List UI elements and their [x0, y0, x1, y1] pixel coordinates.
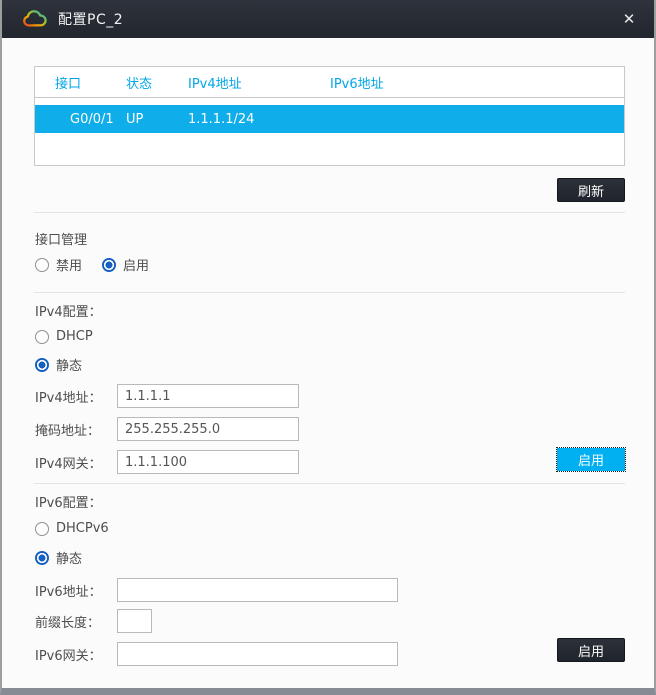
- config-dialog: 配置PC_2 ✕ 接口 状态 IPv4地址 IPv6地址 G0/0/1 UP 1…: [0, 0, 656, 695]
- ensp-cloud-icon: [23, 10, 47, 27]
- radio-ipv4-static[interactable]: 静态: [35, 355, 82, 374]
- table-header-row: 接口 状态 IPv4地址 IPv6地址: [35, 67, 624, 98]
- ipv4-gateway-input[interactable]: [117, 450, 299, 474]
- refresh-button[interactable]: 刷新: [557, 178, 625, 202]
- mask-address-input[interactable]: [117, 417, 299, 441]
- radio-ipv6-static[interactable]: 静态: [35, 548, 82, 567]
- radio-ipv6-dhcp[interactable]: DHCPv6: [35, 521, 109, 536]
- ipv6-address-input[interactable]: [117, 578, 398, 602]
- radio-dhcpv6-label: DHCPv6: [56, 521, 109, 536]
- ipv6-address-field: IPv6地址：: [35, 578, 398, 602]
- ipv4-section-label: IPv4配置：: [35, 305, 102, 320]
- radio-ipv4-dhcp[interactable]: DHCP: [35, 329, 93, 344]
- ipv6-address-label: IPv6地址：: [35, 584, 102, 600]
- table-header-ipv6[interactable]: IPv6地址: [330, 73, 624, 92]
- table-header-ipv4[interactable]: IPv4地址: [188, 73, 330, 92]
- radio-enable[interactable]: 启用: [102, 255, 149, 274]
- radio-disable-label: 禁用: [56, 259, 83, 274]
- table-header-interface[interactable]: 接口: [55, 73, 126, 92]
- divider: [34, 292, 625, 293]
- radio-on-icon: [35, 357, 49, 372]
- interface-mgmt-label: 接口管理: [35, 233, 88, 248]
- ipv4-address-label: IPv4地址：: [35, 390, 102, 406]
- radio-enable-label: 启用: [123, 259, 150, 274]
- ipv4-gateway-field: IPv4网关：: [35, 450, 299, 474]
- ipv6-gateway-input[interactable]: [117, 642, 398, 666]
- window-titlebar: 配置PC_2 ✕: [2, 0, 654, 38]
- cell-status: UP: [126, 111, 144, 127]
- close-button[interactable]: ✕: [616, 6, 642, 32]
- close-icon: ✕: [622, 10, 636, 28]
- ipv6-enable-button[interactable]: 启用: [557, 638, 625, 662]
- radio-on-icon: [102, 257, 116, 272]
- ipv4-gateway-label: IPv4网关：: [35, 456, 102, 472]
- radio-on-icon: [35, 550, 49, 565]
- radio-static-label: 静态: [56, 359, 83, 374]
- ipv4-address-field: IPv4地址：: [35, 384, 299, 408]
- radio-off-icon: [35, 257, 49, 272]
- ipv6-gateway-label: IPv6网关：: [35, 648, 102, 664]
- prefix-length-label: 前缀长度：: [35, 615, 101, 631]
- radio-off-icon: [35, 521, 49, 536]
- interface-table: 接口 状态 IPv4地址 IPv6地址 G0/0/1 UP 1.1.1.1/24: [34, 66, 625, 166]
- table-row-selected[interactable]: G0/0/1 UP 1.1.1.1/24: [35, 105, 624, 133]
- divider: [34, 212, 625, 213]
- divider: [34, 483, 625, 484]
- window-title: 配置PC_2: [58, 12, 124, 28]
- radio-static6-label: 静态: [56, 552, 83, 567]
- table-header-status[interactable]: 状态: [126, 73, 188, 92]
- ipv6-gateway-field: IPv6网关：: [35, 642, 398, 666]
- radio-dhcp-label: DHCP: [56, 329, 93, 344]
- prefix-length-input[interactable]: [117, 609, 152, 633]
- ipv4-address-input[interactable]: [117, 384, 299, 408]
- prefix-length-field: 前缀长度：: [35, 609, 152, 633]
- cell-ipv4: 1.1.1.1/24: [188, 111, 255, 127]
- mask-address-field: 掩码地址：: [35, 417, 299, 441]
- mask-address-label: 掩码地址：: [35, 423, 101, 439]
- ipv6-section-label: IPv6配置：: [35, 496, 102, 511]
- radio-disable[interactable]: 禁用: [35, 255, 82, 274]
- cell-interface: G0/0/1: [70, 111, 114, 127]
- radio-off-icon: [35, 329, 49, 344]
- ipv4-enable-button[interactable]: 启用: [556, 447, 626, 472]
